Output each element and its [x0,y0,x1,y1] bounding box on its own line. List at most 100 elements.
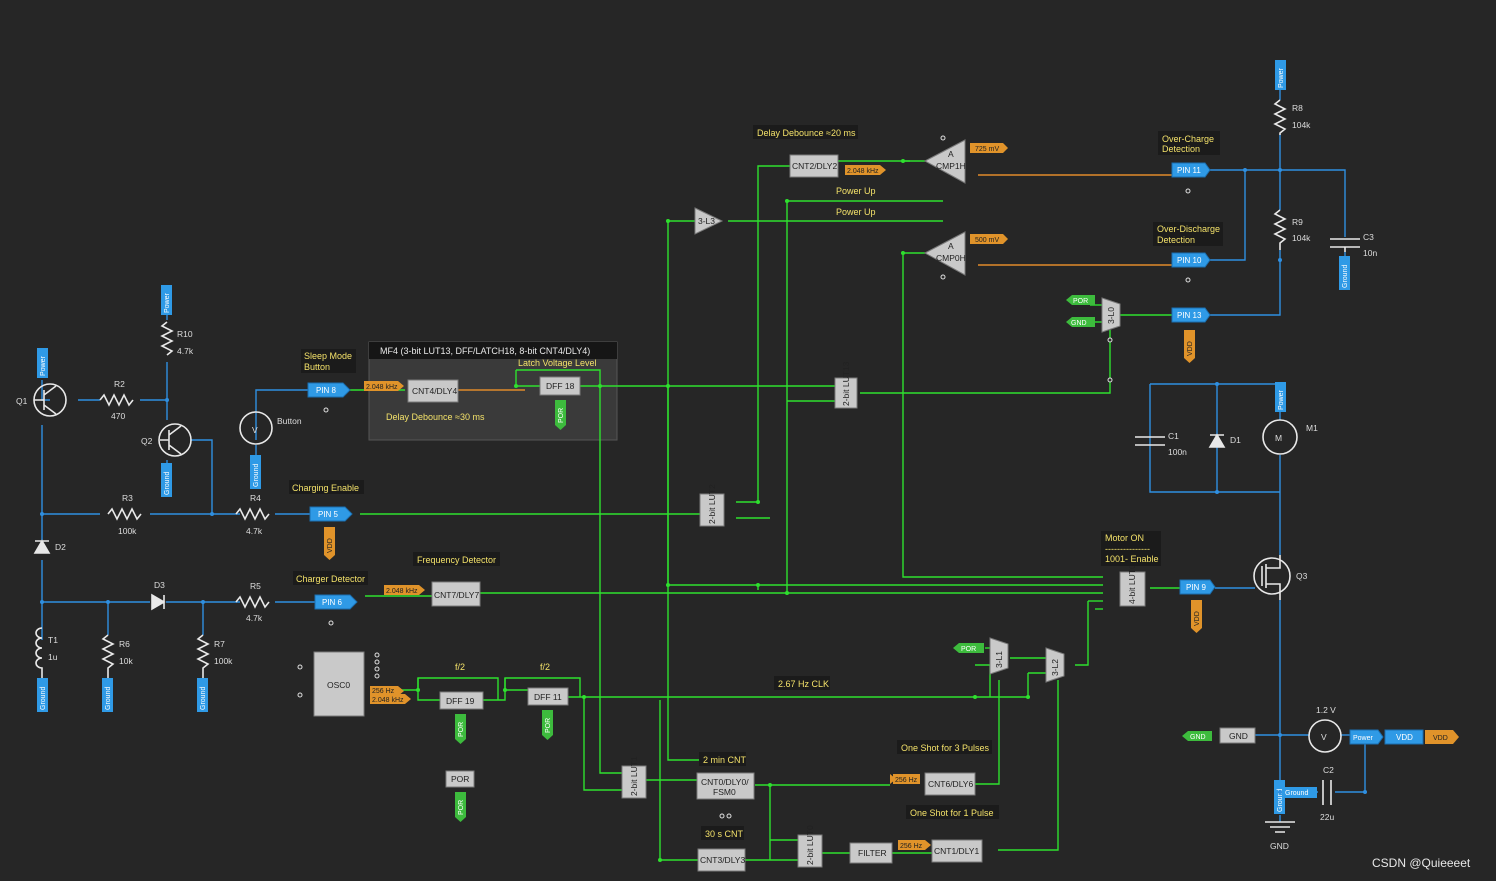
over-charge-label: Over-Charge [1162,134,1214,144]
l3-block[interactable]: 3-L3 [694,207,724,235]
d3-diode[interactable] [151,593,166,611]
q3-mosfet[interactable] [1253,555,1291,600]
pin-13[interactable]: PIN 13 [1171,307,1211,323]
svg-text:DFF 11: DFF 11 [534,692,562,702]
cnt1-block[interactable]: CNT1/DLY1 [931,839,983,863]
t1-inductor[interactable] [35,627,43,678]
r5-value: 4.7k [246,613,263,623]
analog-wires [41,90,1366,822]
cnt7-block[interactable]: CNT7/DLY7 [431,581,481,607]
r4-resistor[interactable] [235,507,270,521]
vref-tag-500: 500 mV [970,234,1008,244]
c2-capacitor[interactable] [1322,780,1332,805]
ground-tag-c3: Ground [1339,256,1350,290]
r6-resistor[interactable] [101,634,115,678]
pin-6[interactable]: PIN 6 [314,594,358,610]
freq-tag-256-osc: 256 Hz [370,686,404,696]
r10-resistor[interactable] [160,321,174,356]
c3-value: 10n [1363,248,1377,258]
svg-text:3-L1: 3-L1 [994,651,1004,668]
q3-label: Q3 [1296,571,1308,581]
pin-5[interactable]: PIN 5 [309,506,353,522]
gnd-block[interactable]: GND [1219,727,1256,744]
lut0-4bit-block[interactable]: 4-bit LUT0 [1119,564,1146,607]
svg-text:DFF 18: DFF 18 [546,381,575,391]
r5-resistor[interactable] [235,595,270,609]
svg-text:2.048 kHz: 2.048 kHz [847,168,879,175]
r6-value: 10k [119,656,133,666]
vsrc-1v2[interactable]: V [1308,719,1342,753]
cnt2-block[interactable]: CNT2/DLY2 [789,154,839,178]
svg-text:Power: Power [40,355,47,376]
lut0-2bit-block[interactable]: 2-bit LUT0 [797,825,823,868]
por-tag-dff11: POR [542,710,553,740]
power-tag-q1: Power [37,348,48,378]
cmp1h-comparator[interactable]: A CMP1H [923,139,966,184]
m1-label: M1 [1306,423,1318,433]
l1-block[interactable]: 3-L1 [989,637,1009,675]
dff19-block[interactable]: DFF 19 [439,691,484,710]
cnt4-block[interactable]: CNT4/DLY4 [407,379,459,403]
pin-8[interactable]: PIN 8 [307,382,351,398]
r9-resistor[interactable] [1273,209,1287,250]
dff18-block[interactable]: DFF 18 [539,376,581,396]
l0-block[interactable]: 3-L0 [1101,297,1121,333]
l2-block[interactable]: 3-L2 [1045,647,1065,683]
vref-wires [978,174,1172,266]
lut1-block[interactable]: 2-bit LUT1 [621,756,647,799]
osc0-block[interactable]: OSC0 [313,651,365,717]
por-block[interactable]: POR [445,770,475,788]
r8-resistor[interactable] [1273,99,1287,135]
c3-capacitor[interactable] [1330,238,1360,252]
svg-text:VDD: VDD [1187,341,1194,356]
power-pin[interactable]: Power [1349,729,1384,745]
r9-label: R9 [1292,217,1303,227]
r8-value: 104k [1292,120,1311,130]
pin-9[interactable]: PIN 9 [1179,579,1216,595]
freq-tag-256-cnt6: 256 Hz [890,774,920,784]
r2-resistor[interactable] [99,393,134,407]
svg-text:FSM0: FSM0 [713,787,736,797]
vdd-tag-pin13: VDD [1184,330,1195,363]
svg-text:CMP1H: CMP1H [936,161,966,171]
over-charge-label-2: Detection [1162,144,1200,154]
d1-diode[interactable] [1208,433,1226,448]
pin-11[interactable]: PIN 11 [1171,162,1211,178]
power-up-label-1: Power Up [836,186,876,196]
cnt6-block[interactable]: CNT6/DLY6 [924,772,976,796]
vdd-pin[interactable]: VDD [1384,729,1424,745]
svg-text:V: V [1321,732,1327,742]
por-tag-por-block: POR [455,792,466,822]
lut13-block[interactable]: 2-bit LUT13 [834,361,858,409]
ground-tag-t1: Ground [37,678,48,712]
svg-text:Power: Power [1278,389,1285,410]
f2-label-a: f/2 [455,662,465,672]
pin-10[interactable]: PIN 10 [1171,252,1211,268]
d2-diode[interactable] [33,539,51,554]
r4-label: R4 [250,493,261,503]
svg-text:PIN 10: PIN 10 [1177,256,1202,265]
freq-tag-cnt2: 2.048 kHz [845,165,886,175]
q2-transistor[interactable] [158,423,192,457]
freq-tag-256-cnt1: 256 Hz [898,840,931,850]
r10-label: R10 [177,329,193,339]
r7-resistor[interactable] [196,634,210,678]
dff11-block[interactable]: DFF 11 [527,687,569,706]
svg-text:FILTER: FILTER [858,848,887,858]
cnt0-block[interactable]: CNT0/DLY0/ FSM0 [696,772,755,800]
ground-tag-r7: Ground [197,678,208,712]
t1-label: T1 [48,635,58,645]
r3-resistor[interactable] [107,507,142,521]
m1-motor[interactable]: M [1262,419,1298,455]
cnt3-block[interactable]: CNT3/DLY3 [697,848,746,872]
svg-text:POR: POR [545,718,552,733]
svg-text:2.048 kHz: 2.048 kHz [386,588,418,595]
filter-block[interactable]: FILTER [849,842,893,864]
cmp0h-comparator[interactable]: A CMP0H [923,231,966,276]
r3-value: 100k [118,526,137,536]
svg-text:CNT3/DLY3: CNT3/DLY3 [700,855,745,865]
freq-tag-pin6: 2.048 kHz [384,585,425,595]
digital-wires [350,160,1180,861]
svg-text:Ground: Ground [200,687,207,710]
lut2-block[interactable]: 2-bit LUT2 [699,484,725,527]
